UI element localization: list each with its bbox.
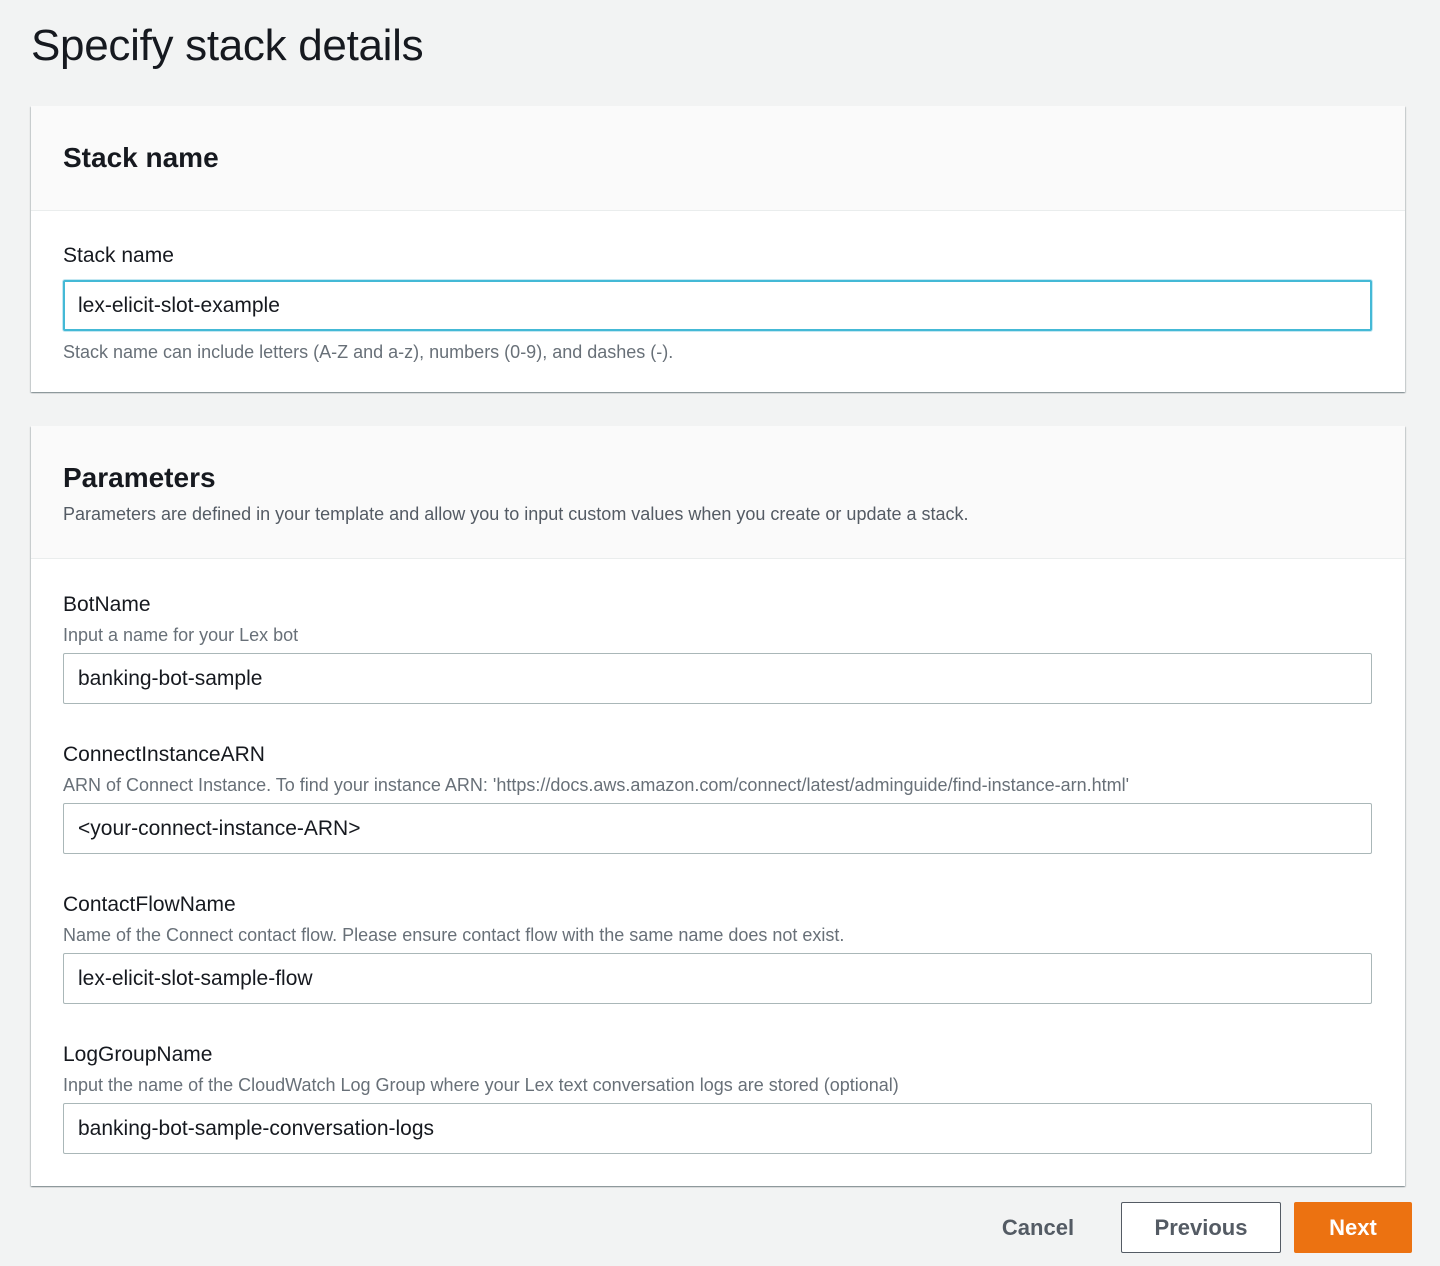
parameters-panel-description: Parameters are defined in your template … — [63, 504, 969, 524]
connect-instance-arn-input[interactable]: <your-connect-instance-ARN> — [63, 803, 1372, 854]
param-label: ConnectInstanceARN — [63, 743, 265, 766]
stack-name-input-value: lex-elicit-slot-example — [78, 293, 280, 317]
param-field-botname: BotName Input a name for your Lex bot ba… — [63, 592, 1373, 742]
stack-name-label: Stack name — [63, 244, 174, 267]
botname-input-value: banking-bot-sample — [78, 666, 263, 690]
stack-name-hint: Stack name can include letters (A-Z and … — [63, 342, 674, 362]
param-description: Input a name for your Lex bot — [63, 625, 299, 645]
param-label: LogGroupName — [63, 1043, 213, 1066]
stack-name-panel-header: Stack name — [31, 106, 1405, 211]
page: Specify stack details Stack name Stack n… — [0, 0, 1440, 1266]
previous-button[interactable]: Previous — [1121, 1202, 1281, 1253]
param-field-contact-flow-name: ContactFlowName Name of the Connect cont… — [63, 892, 1373, 1042]
param-label: BotName — [63, 593, 151, 616]
stack-name-panel-title: Stack name — [63, 142, 219, 173]
parameters-panel-header: Parameters Parameters are defined in you… — [31, 426, 1405, 559]
parameters-panel-body: BotName Input a name for your Lex bot ba… — [31, 559, 1405, 1192]
param-description: Input the name of the CloudWatch Log Gro… — [63, 1075, 899, 1095]
log-group-name-input[interactable]: banking-bot-sample-conversation-logs — [63, 1103, 1372, 1154]
page-title: Specify stack details — [31, 21, 424, 70]
param-description: ARN of Connect Instance. To find your in… — [63, 775, 1130, 795]
param-label: ContactFlowName — [63, 893, 236, 916]
parameters-panel: Parameters Parameters are defined in you… — [31, 426, 1405, 1186]
botname-input[interactable]: banking-bot-sample — [63, 653, 1372, 704]
contact-flow-name-input-value: lex-elicit-slot-sample-flow — [78, 966, 313, 990]
stack-name-input[interactable]: lex-elicit-slot-example — [63, 280, 1372, 331]
log-group-name-input-value: banking-bot-sample-conversation-logs — [78, 1116, 435, 1140]
param-field-log-group-name: LogGroupName Input the name of the Cloud… — [63, 1042, 1373, 1192]
contact-flow-name-input[interactable]: lex-elicit-slot-sample-flow — [63, 953, 1372, 1004]
connect-instance-arn-input-value: <your-connect-instance-ARN> — [78, 816, 361, 840]
cancel-button[interactable]: Cancel — [990, 1202, 1086, 1253]
stack-name-panel-body: Stack name lex-elicit-slot-example Stack… — [31, 211, 1405, 363]
param-description: Name of the Connect contact flow. Please… — [63, 925, 845, 945]
stack-name-panel: Stack name Stack name lex-elicit-slot-ex… — [31, 106, 1405, 392]
parameters-panel-title: Parameters — [63, 462, 216, 493]
param-field-connect-instance-arn: ConnectInstanceARN ARN of Connect Instan… — [63, 742, 1373, 892]
next-button[interactable]: Next — [1294, 1202, 1412, 1253]
